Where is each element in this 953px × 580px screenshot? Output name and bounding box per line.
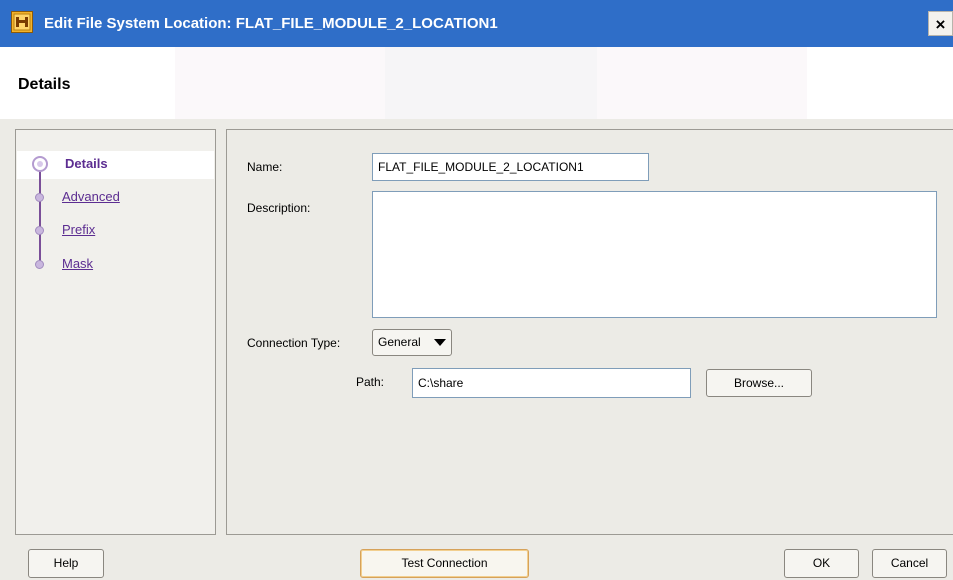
close-icon[interactable]: ×: [928, 11, 953, 36]
window-title: Edit File System Location: FLAT_FILE_MOD…: [44, 15, 498, 32]
page-title: Details: [18, 76, 71, 93]
path-label: Path:: [356, 375, 385, 389]
header-band: [175, 47, 385, 119]
nav-step-dot-icon: [35, 226, 44, 235]
connection-type-label: Connection Type:: [247, 336, 341, 350]
connection-type-value: General: [378, 335, 421, 349]
test-connection-button[interactable]: Test Connection: [360, 549, 529, 578]
nav-item-mask[interactable]: Mask: [62, 256, 93, 271]
browse-button-label: Browse...: [733, 376, 784, 390]
page-header: Details: [0, 47, 953, 119]
description-label: Description:: [247, 201, 311, 215]
nav-item-details[interactable]: Details: [65, 156, 108, 171]
navigation-tree: Details Advanced Prefix Mask: [15, 129, 216, 535]
chevron-down-icon: [434, 339, 446, 346]
nav-current-step-icon: [32, 156, 48, 172]
nav-item-prefix[interactable]: Prefix: [62, 222, 95, 237]
oracle-warehouse-builder-icon: [11, 11, 33, 33]
path-field[interactable]: C:\share: [412, 368, 691, 398]
nav-current-step-dot: [37, 161, 43, 167]
nav-item-advanced[interactable]: Advanced: [62, 189, 120, 204]
description-field[interactable]: [372, 191, 937, 318]
details-panel: Name: FLAT_FILE_MODULE_2_LOCATION1 Descr…: [226, 129, 953, 535]
browse-button[interactable]: Browse...: [706, 369, 812, 397]
header-band: [385, 47, 597, 119]
name-field[interactable]: FLAT_FILE_MODULE_2_LOCATION1: [372, 153, 649, 181]
name-label: Name:: [247, 160, 283, 174]
help-button-label: Help: [53, 556, 79, 570]
title-bar: Edit File System Location: FLAT_FILE_MOD…: [0, 0, 953, 47]
ok-button[interactable]: OK: [784, 549, 859, 578]
nav-step-dot-icon: [35, 260, 44, 269]
nav-step-dot-icon: [35, 193, 44, 202]
cancel-button-label: Cancel: [890, 556, 929, 570]
nav-connector-line: [39, 168, 41, 264]
help-button[interactable]: Help: [28, 549, 104, 578]
connection-type-select[interactable]: General: [372, 329, 452, 356]
header-band: [597, 47, 807, 119]
ok-button-label: OK: [812, 556, 831, 570]
cancel-button[interactable]: Cancel: [872, 549, 947, 578]
test-connection-button-label: Test Connection: [401, 556, 488, 570]
